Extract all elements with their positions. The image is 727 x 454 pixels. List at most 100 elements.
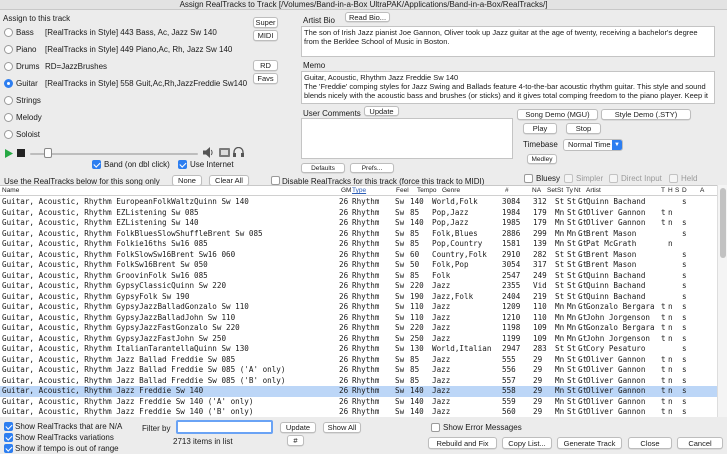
table-row[interactable]: Guitar, Acoustic, Rhythm Jazz Freddie Sw… [0, 407, 717, 417]
table-row[interactable]: Guitar, Acoustic, Rhythm ItalianTarantel… [0, 344, 717, 355]
column-header-h[interactable]: H [668, 186, 673, 196]
column-header-feel[interactable]: Feel [396, 186, 409, 196]
table-row[interactable]: Guitar, Acoustic, Rhythm GypsyClassicQui… [0, 281, 717, 292]
column-header-gm[interactable]: GM [341, 186, 351, 196]
chevron-down-icon: ▼ [612, 140, 622, 150]
column-header-genre[interactable]: Genre [442, 186, 460, 196]
column-header-artist[interactable]: Artist [586, 186, 601, 196]
table-row[interactable]: Guitar, Acoustic, Rhythm FolkBluesSlowSh… [0, 229, 717, 240]
rebuild-fix-button[interactable]: Rebuild and Fix [428, 437, 497, 449]
show-errors-checkbox[interactable] [431, 423, 440, 432]
table-cell: 139 [533, 239, 547, 248]
column-header-ty[interactable]: Ty [566, 186, 573, 196]
comments-update-button[interactable]: Update [364, 106, 399, 116]
read-bio-button[interactable]: Read Bio... [345, 12, 390, 22]
song-demo-button[interactable]: Song Demo (MGU) [517, 109, 598, 120]
table-row[interactable]: Guitar, Acoustic, Rhythm Jazz Freddie Sw… [0, 386, 717, 397]
play-button[interactable]: Play [523, 123, 557, 134]
column-header-a[interactable]: A [700, 186, 704, 196]
headphones-icon[interactable] [233, 147, 244, 157]
table-cell: St [555, 249, 565, 259]
table-row[interactable]: Guitar, Acoustic, Rhythm GypsyJazzFastGo… [0, 323, 717, 334]
track-radio-melody[interactable] [4, 113, 13, 122]
show-variations-checkbox[interactable] [4, 433, 13, 442]
track-radio-strings[interactable] [4, 96, 13, 105]
track-radio-drums[interactable] [4, 62, 13, 71]
scrollbar-thumb[interactable] [720, 188, 726, 258]
table-row[interactable]: Guitar, Acoustic, Rhythm Jazz Freddie Sw… [0, 397, 717, 408]
track-radio-soloist[interactable] [4, 130, 13, 139]
show-na-checkbox[interactable] [4, 422, 13, 431]
close-button[interactable]: Close [628, 437, 672, 449]
table-row[interactable]: Guitar, Acoustic, Rhythm EuropeanFolkWal… [0, 197, 717, 208]
table-row[interactable]: Guitar, Acoustic, Rhythm Jazz Ballad Fre… [0, 376, 717, 387]
hash-button[interactable]: # [287, 435, 304, 446]
show-tempo-checkbox[interactable] [4, 444, 13, 453]
items-count: 2713 items in list [173, 437, 233, 446]
rd-button[interactable]: RD [253, 60, 278, 71]
table-row[interactable]: Guitar, Acoustic, Rhythm Jazz Ballad Fre… [0, 365, 717, 376]
filter-input[interactable] [176, 420, 273, 434]
column-header-t[interactable]: T [661, 186, 665, 196]
table-row[interactable]: Guitar, Acoustic, Rhythm GroovinFolk Sw1… [0, 271, 717, 282]
prefs-button[interactable]: Prefs... [350, 163, 394, 173]
table-cell: Mn [567, 312, 577, 322]
table-cell: Pat McGrath [586, 239, 637, 248]
column-header-number[interactable]: # [505, 186, 509, 196]
column-header-na[interactable]: NA [532, 186, 541, 196]
midi-button[interactable]: MIDI [253, 30, 278, 41]
play-icon[interactable] [5, 149, 13, 158]
copy-list-button[interactable]: Copy List... [502, 437, 552, 449]
held-checkbox[interactable] [669, 174, 678, 183]
column-header-set[interactable]: Set [547, 186, 557, 196]
volume-icon[interactable] [203, 147, 213, 158]
table-row[interactable]: Guitar, Acoustic, Rhythm FolkSlowSw16Bre… [0, 250, 717, 261]
band-dbl-click-checkbox[interactable] [92, 160, 101, 169]
column-header-s[interactable]: S [675, 186, 679, 196]
cancel-button[interactable]: Cancel [677, 437, 723, 449]
table-row[interactable]: Guitar, Acoustic, Rhythm GypsyJazzBallad… [0, 313, 717, 324]
table-row[interactable]: Guitar, Acoustic, Rhythm Folkie16ths Sw1… [0, 239, 717, 250]
stop-button[interactable]: Stop [566, 123, 601, 134]
table-scrollbar[interactable] [717, 185, 727, 417]
defaults-button[interactable]: Defaults [301, 163, 345, 173]
bluesy-checkbox[interactable] [524, 174, 533, 183]
progress-track[interactable] [30, 153, 198, 155]
progress-handle[interactable] [44, 148, 52, 158]
column-header-tempo[interactable]: Tempo [417, 186, 437, 196]
table-cell: 312 [533, 197, 547, 206]
generate-track-button[interactable]: Generate Track [557, 437, 622, 449]
table-cell: Rhythm [352, 207, 380, 217]
style-demo-button[interactable]: Style Demo (.STY) [601, 109, 691, 120]
direct-input-checkbox[interactable] [609, 174, 618, 183]
table-row[interactable]: Guitar, Acoustic, Rhythm EZListening Sw … [0, 218, 717, 229]
disable-realtracks-checkbox[interactable] [271, 176, 280, 185]
table-cell: 110 [533, 302, 547, 311]
table-cell: Oliver Gannon [586, 396, 646, 406]
speaker-icon[interactable] [219, 148, 230, 157]
table-row[interactable]: Guitar, Acoustic, Rhythm GypsyFolk Sw 19… [0, 292, 717, 303]
timebase-select[interactable]: Normal Time ▼ [563, 139, 623, 151]
table-row[interactable]: Guitar, Acoustic, Rhythm FolkSw16Brent S… [0, 260, 717, 271]
table-row[interactable]: Guitar, Acoustic, Rhythm Jazz Ballad Fre… [0, 355, 717, 366]
column-header-st[interactable]: St [557, 186, 563, 196]
use-internet-checkbox[interactable] [178, 160, 187, 169]
table-row[interactable]: Guitar, Acoustic, Rhythm GypsyJazzFastJo… [0, 334, 717, 345]
column-header-d[interactable]: D [682, 186, 687, 196]
filter-update-button[interactable]: Update [280, 422, 316, 433]
simpler-checkbox[interactable] [564, 174, 573, 183]
stop-icon[interactable] [17, 149, 25, 158]
track-radio-bass[interactable] [4, 28, 13, 37]
medley-button[interactable]: Medley [527, 154, 557, 164]
column-header-nt[interactable]: Nt [574, 186, 581, 196]
user-comments-input[interactable] [301, 118, 513, 159]
column-header-type[interactable]: Type [352, 186, 366, 196]
show-all-button[interactable]: Show All [323, 422, 361, 433]
favs-button[interactable]: Favs [253, 73, 278, 84]
table-row[interactable]: Guitar, Acoustic, Rhythm EZListening Sw … [0, 208, 717, 219]
table-row[interactable]: Guitar, Acoustic, Rhythm GypsyJazzBallad… [0, 302, 717, 313]
super-button[interactable]: Super [253, 17, 278, 28]
column-header-name[interactable]: Name [2, 186, 19, 196]
track-radio-piano[interactable] [4, 45, 13, 54]
track-radio-guitar[interactable] [4, 79, 13, 88]
